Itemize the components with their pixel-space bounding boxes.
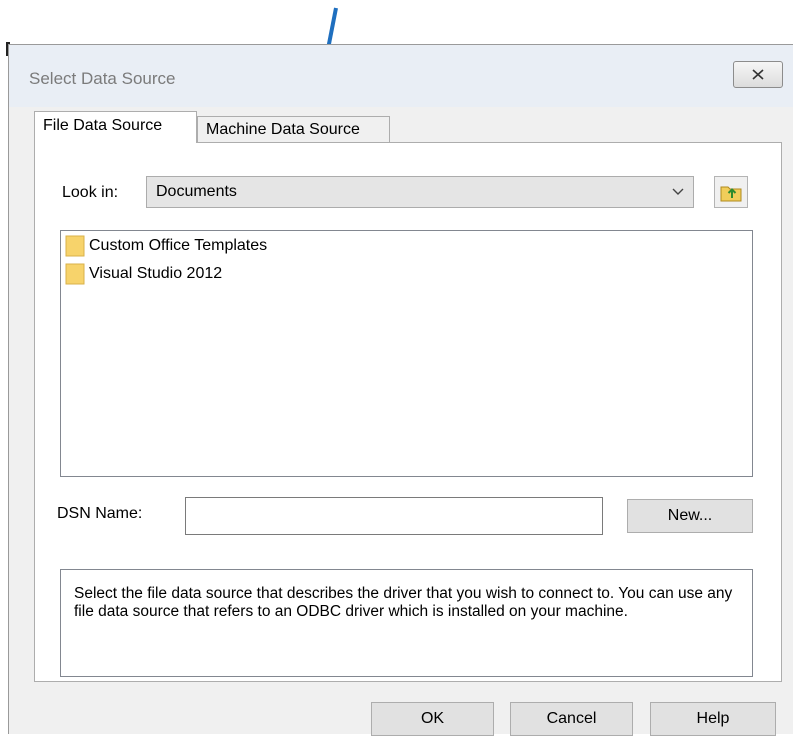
look-in-dropdown[interactable]: Documents [146, 176, 694, 208]
new-button[interactable]: New... [627, 499, 753, 533]
tab-label: File Data Source [43, 117, 163, 134]
look-in-label: Look in: [62, 184, 119, 201]
dsn-name-label: DSN Name: [57, 505, 143, 522]
dsn-name-input[interactable] [185, 497, 603, 535]
close-icon [752, 69, 764, 80]
title-bar: Select Data Source [9, 45, 793, 107]
folder-icon [65, 263, 85, 285]
file-list[interactable]: Custom Office Templates Visual Studio 20… [60, 230, 753, 477]
chevron-down-icon [671, 177, 685, 217]
close-button[interactable] [733, 61, 783, 88]
up-one-level-button[interactable] [714, 176, 748, 208]
folder-up-icon [720, 186, 742, 202]
list-item[interactable]: Custom Office Templates [65, 234, 267, 258]
file-name: Visual Studio 2012 [89, 265, 223, 282]
folder-icon [65, 235, 85, 257]
dialog-title: Select Data Source [29, 69, 176, 88]
tab-machine-data-source[interactable]: Machine Data Source [197, 116, 390, 144]
look-in-value: Documents [156, 183, 237, 200]
tab-label: Machine Data Source [206, 121, 360, 138]
help-button[interactable]: Help [650, 702, 776, 736]
list-item[interactable]: Visual Studio 2012 [65, 262, 222, 286]
tab-file-data-source[interactable]: File Data Source [34, 111, 197, 143]
description-text: Select the file data source that describ… [74, 585, 733, 620]
ok-button[interactable]: OK [371, 702, 494, 736]
file-name: Custom Office Templates [89, 237, 268, 254]
file-data-source-panel: Look in: Documents Custom Office Templat… [34, 142, 782, 682]
cancel-button[interactable]: Cancel [510, 702, 633, 736]
description-box: Select the file data source that describ… [60, 569, 753, 677]
select-data-source-dialog: Select Data Source File Data Source Mach… [8, 44, 793, 736]
